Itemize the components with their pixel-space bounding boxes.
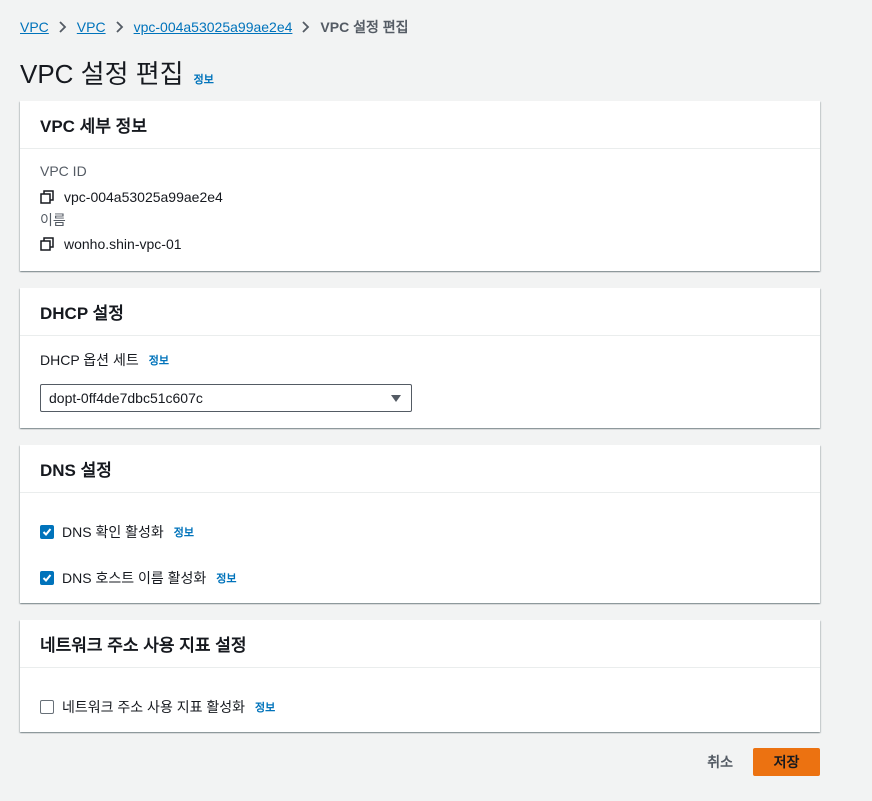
caret-down-icon	[391, 394, 401, 402]
breadcrumb-current: VPC 설정 편집	[320, 19, 409, 35]
network-metrics-label[interactable]: 네트워크 주소 사용 지표 활성화	[62, 697, 245, 717]
chevron-right-icon	[59, 21, 67, 33]
dns-hostnames-row: DNS 호스트 이름 활성화 정보	[40, 568, 237, 588]
check-icon	[42, 528, 52, 536]
vpc-id-value: vpc-004a53025a99ae2e4	[64, 189, 223, 205]
form-actions: 취소 저장	[707, 748, 820, 776]
network-metrics-info-link[interactable]: 정보	[255, 699, 275, 715]
chevron-right-icon	[302, 21, 310, 33]
save-button[interactable]: 저장	[753, 748, 820, 776]
name-value: wonho.shin-vpc-01	[64, 236, 182, 252]
network-metrics-checkbox[interactable]	[40, 700, 54, 714]
copy-icon[interactable]	[40, 237, 54, 251]
breadcrumb-link-vpcs[interactable]: VPC	[77, 19, 106, 35]
breadcrumb: VPC VPC vpc-004a53025a99ae2e4 VPC 설정 편집	[20, 17, 409, 37]
dns-hostnames-label[interactable]: DNS 호스트 이름 활성화	[62, 568, 206, 588]
dns-resolution-label[interactable]: DNS 확인 활성화	[62, 522, 164, 542]
vpc-details-title: VPC 세부 정보	[40, 117, 147, 136]
breadcrumb-link-vpc-id[interactable]: vpc-004a53025a99ae2e4	[134, 19, 293, 35]
vpc-id-value-row: vpc-004a53025a99ae2e4	[40, 189, 223, 205]
dhcp-option-set-label: DHCP 옵션 세트	[40, 352, 139, 368]
panel-header: 네트워크 주소 사용 지표 설정	[20, 620, 820, 668]
panel-header: DNS 설정	[20, 445, 820, 493]
name-label: 이름	[40, 212, 66, 228]
dhcp-option-set-value: dopt-0ff4de7dbc51c607c	[49, 390, 203, 406]
chevron-right-icon	[115, 21, 124, 33]
dhcp-info-link[interactable]: 정보	[149, 352, 169, 368]
breadcrumb-link-vpc-service[interactable]: VPC	[20, 19, 49, 35]
dns-settings-panel: DNS 설정 DNS 확인 활성화 정보 DNS 호스트 이름 활성화 정보	[20, 445, 820, 603]
network-metrics-row: 네트워크 주소 사용 지표 활성화 정보	[40, 697, 275, 717]
vpc-details-panel: VPC 세부 정보 VPC ID vpc-004a53025a99ae2e4 이…	[20, 101, 820, 271]
page-info-link[interactable]: 정보	[194, 71, 214, 87]
page-header: VPC 설정 편집 정보	[20, 54, 214, 91]
dhcp-settings-title: DHCP 설정	[40, 304, 124, 323]
dns-resolution-info-link[interactable]: 정보	[174, 524, 194, 540]
dhcp-settings-panel: DHCP 설정 DHCP 옵션 세트 정보 dopt-0ff4de7dbc51c…	[20, 288, 820, 428]
dns-hostnames-checkbox[interactable]	[40, 571, 54, 585]
dns-hostnames-info-link[interactable]: 정보	[216, 570, 236, 586]
dns-resolution-checkbox[interactable]	[40, 525, 54, 539]
check-icon	[42, 574, 52, 582]
page-title: VPC 설정 편집	[20, 59, 184, 89]
vpc-id-label: VPC ID	[40, 163, 87, 179]
panel-header: VPC 세부 정보	[20, 101, 820, 149]
name-value-row: wonho.shin-vpc-01	[40, 236, 182, 252]
dns-resolution-row: DNS 확인 활성화 정보	[40, 522, 194, 542]
panel-header: DHCP 설정	[20, 288, 820, 336]
dhcp-option-set-label-row: DHCP 옵션 세트 정보	[40, 350, 169, 370]
network-metrics-title: 네트워크 주소 사용 지표 설정	[40, 636, 247, 655]
network-metrics-panel: 네트워크 주소 사용 지표 설정 네트워크 주소 사용 지표 활성화 정보	[20, 620, 820, 732]
dhcp-option-set-select[interactable]: dopt-0ff4de7dbc51c607c	[40, 384, 412, 412]
cancel-button[interactable]: 취소	[707, 752, 733, 772]
copy-icon[interactable]	[40, 190, 54, 204]
dns-settings-title: DNS 설정	[40, 461, 112, 480]
